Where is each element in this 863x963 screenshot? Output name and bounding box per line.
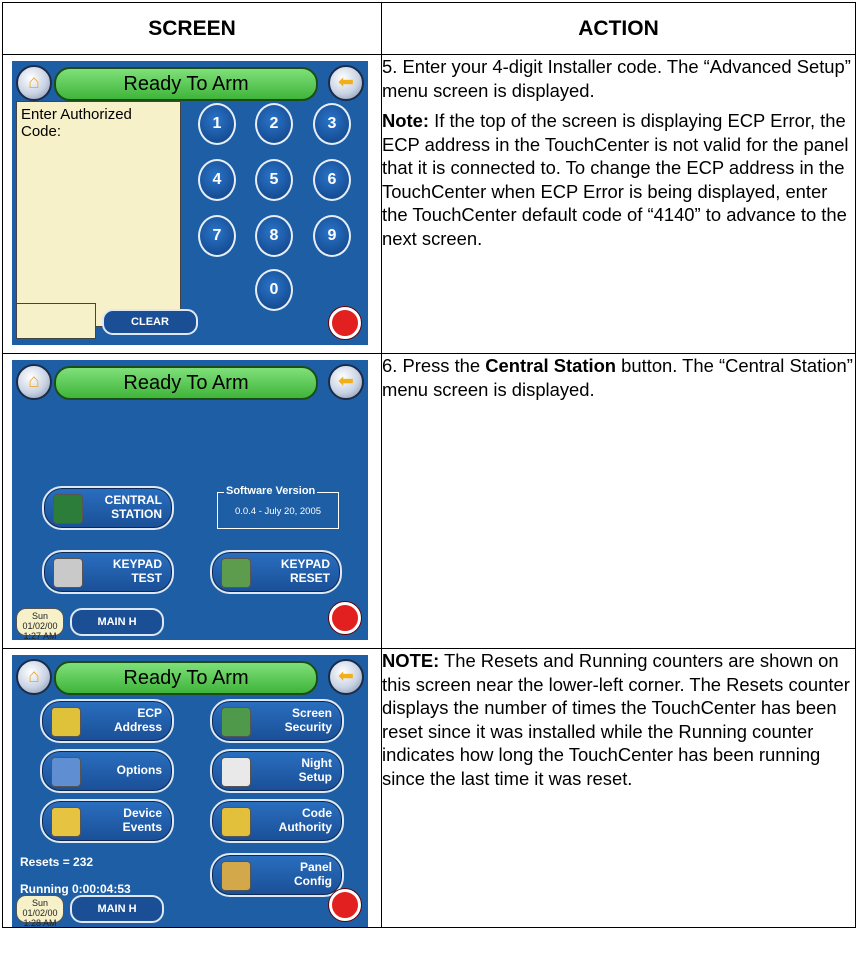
action-cell: 6. Press the Central Station button. The… (381, 353, 856, 649)
screen-security-icon (221, 707, 251, 737)
code-authority-lock-icon (221, 807, 251, 837)
device-events-label: Device Events (122, 806, 162, 834)
step-5-text: 5. Enter your 4-digit Installer code. Th… (382, 56, 851, 101)
options-label: Options (116, 763, 162, 777)
back-arrow-icon: ⬅ (338, 666, 354, 687)
ecp-address-label: ECP Address (113, 706, 162, 734)
step-6-text: 6. Press the Central Station button. The… (382, 354, 855, 401)
software-version-value: 0.0.4 - July 20, 2005 (234, 506, 322, 517)
resets-counter: Resets = 232 (20, 855, 94, 869)
central-station-label: CENTRAL STATION (104, 493, 162, 521)
options-button[interactable]: Options (40, 749, 174, 793)
home-icon: ⌂ (28, 371, 40, 392)
night-setup-button[interactable]: Night Setup (210, 749, 344, 793)
screen-security-button[interactable]: Screen Security (210, 699, 344, 743)
home-icon: ⌂ (28, 666, 40, 687)
main-house-button[interactable]: MAIN H (70, 608, 164, 636)
keypad-test-icon (53, 558, 83, 588)
keypad-test-label: KEYPAD TEST (112, 557, 162, 585)
clear-button[interactable]: CLEAR (102, 309, 198, 335)
home-button[interactable]: ⌂ (16, 364, 52, 400)
screen-cell: ⌂ Ready To Arm ⬅ Enter Authorized Code: … (2, 54, 382, 354)
panic-button[interactable] (329, 307, 361, 339)
status-title: Ready To Arm (54, 67, 318, 101)
header-screen: SCREEN (2, 2, 382, 55)
key-2[interactable]: 2 (255, 103, 293, 145)
panic-button[interactable] (329, 602, 361, 634)
night-setup-icon (221, 757, 251, 787)
screen-cell: ⌂ Ready To Arm ⬅ CENTRAL STATION Softwar… (2, 353, 382, 649)
software-version-title: Software Version (224, 485, 318, 497)
screen-security-label: Screen Security (284, 706, 332, 734)
key-8[interactable]: 8 (255, 215, 293, 257)
advanced-setup-screen: ⌂ Ready To Arm ⬅ CENTRAL STATION Softwar… (12, 360, 368, 640)
header-row: SCREEN ACTION (2, 2, 856, 55)
options-icon (51, 757, 81, 787)
central-station-icon (53, 494, 83, 524)
back-arrow-icon: ⬅ (338, 72, 354, 93)
key-4[interactable]: 4 (198, 159, 236, 201)
night-setup-label: Night Setup (298, 756, 332, 784)
ecp-address-icon (51, 707, 81, 737)
key-5[interactable]: 5 (255, 159, 293, 201)
back-arrow-icon: ⬅ (338, 371, 354, 392)
code-authority-label: Code Authority (278, 806, 332, 834)
running-counter: Running 0:00:04:53 (20, 882, 131, 896)
code-display (16, 303, 96, 339)
screen-cell: ⌂ Ready To Arm ⬅ ECP Address Screen Secu… (2, 648, 382, 928)
table-row: ⌂ Ready To Arm ⬅ Enter Authorized Code: … (2, 54, 856, 354)
panic-button[interactable] (329, 889, 361, 921)
home-icon: ⌂ (28, 72, 40, 93)
code-authority-button[interactable]: Code Authority (210, 799, 344, 843)
device-events-button[interactable]: Device Events (40, 799, 174, 843)
header-action: ACTION (381, 2, 856, 55)
key-0[interactable]: 0 (255, 269, 293, 311)
step-5-note: Note: If the top of the screen is displa… (382, 109, 855, 250)
step-6-pre: 6. Press the (382, 355, 486, 376)
keypad-reset-icon (221, 558, 251, 588)
software-version-box: Software Version 0.0.4 - July 20, 2005 (217, 485, 339, 529)
back-button[interactable]: ⬅ (328, 659, 364, 695)
note-label: Note: (382, 110, 429, 131)
action-cell: NOTE: The Resets and Running counters ar… (381, 648, 856, 928)
keypad-reset-button[interactable]: KEYPAD RESET (210, 550, 342, 594)
panel-config-icon (221, 861, 251, 891)
note2-text: The Resets and Running counters are show… (382, 650, 850, 789)
action-cell: 5. Enter your 4-digit Installer code. Th… (381, 54, 856, 354)
instruction-table: SCREEN ACTION ⌂ Ready To Arm ⬅ Enter Aut… (2, 2, 856, 928)
key-9[interactable]: 9 (313, 215, 351, 257)
key-1[interactable]: 1 (198, 103, 236, 145)
keypad-reset-label: KEYPAD RESET (280, 557, 330, 585)
key-7[interactable]: 7 (198, 215, 236, 257)
key-3[interactable]: 3 (313, 103, 351, 145)
panel-config-button[interactable]: Panel Config (210, 853, 344, 897)
status-title: Ready To Arm (54, 661, 318, 695)
main-house-button[interactable]: MAIN H (70, 895, 164, 923)
keypad-screen: ⌂ Ready To Arm ⬅ Enter Authorized Code: … (12, 61, 368, 345)
table-row: ⌂ Ready To Arm ⬅ CENTRAL STATION Softwar… (2, 353, 856, 649)
date-time-display: Sun 01/02/00 1:28 AM (16, 895, 64, 927)
note-text: If the top of the screen is displaying E… (382, 110, 849, 249)
resets-note: NOTE: The Resets and Running counters ar… (382, 649, 855, 790)
date-time-display: Sun 01/02/00 1:27 AM (16, 608, 64, 640)
status-title: Ready To Arm (54, 366, 318, 400)
note2-label: NOTE: (382, 650, 440, 671)
home-button[interactable]: ⌂ (16, 659, 52, 695)
home-button[interactable]: ⌂ (16, 65, 52, 101)
back-button[interactable]: ⬅ (328, 65, 364, 101)
ecp-address-button[interactable]: ECP Address (40, 699, 174, 743)
step-6-bold: Central Station (485, 355, 617, 376)
back-button[interactable]: ⬅ (328, 364, 364, 400)
central-station-button[interactable]: CENTRAL STATION (42, 486, 174, 530)
central-station-screen: ⌂ Ready To Arm ⬅ ECP Address Screen Secu… (12, 655, 368, 927)
table-row: ⌂ Ready To Arm ⬅ ECP Address Screen Secu… (2, 648, 856, 928)
key-6[interactable]: 6 (313, 159, 351, 201)
keypad-test-button[interactable]: KEYPAD TEST (42, 550, 174, 594)
panel-config-label: Panel Config (294, 860, 332, 888)
device-events-icon (51, 807, 81, 837)
code-entry-panel: Enter Authorized Code: (16, 101, 181, 327)
